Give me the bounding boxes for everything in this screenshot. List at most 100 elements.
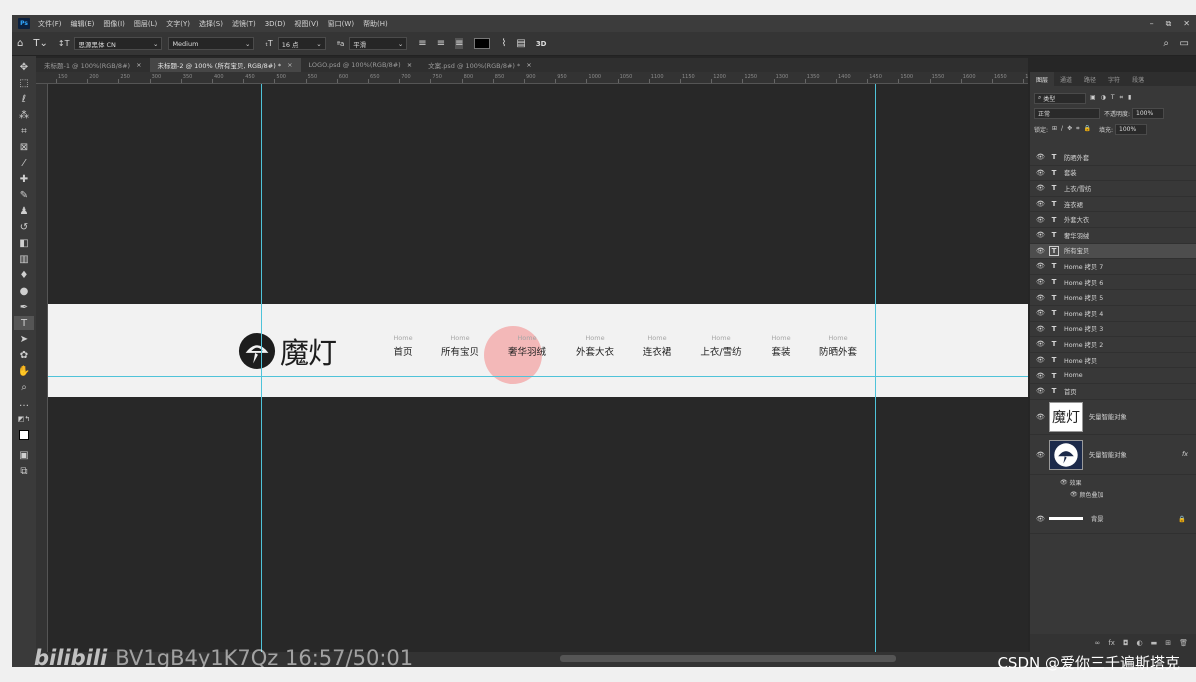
marquee-tool-icon[interactable]: ⬚ bbox=[14, 76, 34, 90]
lasso-tool-icon[interactable]: ℓ bbox=[14, 92, 34, 106]
layer-smart-object-logo-text[interactable]: 👁 魔灯 矢量智能对象 bbox=[1030, 399, 1196, 435]
hand-tool-icon[interactable]: ✋ bbox=[14, 364, 34, 378]
nav-item-sun-protection[interactable]: Home 防晒外套 bbox=[819, 334, 857, 358]
eye-icon[interactable]: 👁 bbox=[1036, 200, 1045, 208]
canvas[interactable]: 魔灯 Home 首页 Home 所有宝贝 Home 奢华羽绒 Home 外套大衣… bbox=[48, 84, 1028, 667]
eye-icon[interactable]: 👁 bbox=[1036, 169, 1045, 177]
healing-brush-tool-icon[interactable]: ✚ bbox=[14, 172, 34, 186]
eye-icon[interactable]: 👁 bbox=[1036, 153, 1045, 161]
delete-layer-icon[interactable]: 🗑 bbox=[1179, 639, 1188, 647]
menu-view[interactable]: 视图(V) bbox=[294, 19, 318, 29]
add-style-icon[interactable]: fx bbox=[1108, 639, 1115, 647]
eye-icon[interactable]: 👁 bbox=[1036, 356, 1045, 364]
menu-type[interactable]: 文字(Y) bbox=[166, 19, 190, 29]
tab-channels[interactable]: 通道 bbox=[1054, 72, 1078, 86]
type-tool-preset-icon[interactable]: T⌄ bbox=[33, 38, 48, 49]
eye-icon[interactable]: 👁 bbox=[1036, 340, 1045, 348]
eye-icon[interactable]: 👁 bbox=[1036, 184, 1045, 192]
nav-item-luxury-down[interactable]: Home 奢华羽绒 bbox=[508, 334, 546, 358]
workspace-icon[interactable]: ▭ bbox=[1180, 38, 1189, 49]
fill-input[interactable]: 100% bbox=[1115, 123, 1147, 135]
close-icon[interactable]: × bbox=[526, 61, 531, 69]
layer-row[interactable]: 👁 T 防晒外套 bbox=[1030, 150, 1196, 166]
eye-icon[interactable]: 👁 bbox=[1036, 325, 1045, 333]
layer-row[interactable]: 👁 T 连衣裙 bbox=[1030, 197, 1196, 213]
menu-help[interactable]: 帮助(H) bbox=[363, 19, 388, 29]
effects-row[interactable]: 👁 效果 bbox=[1060, 476, 1196, 488]
eye-icon[interactable]: 👁 bbox=[1036, 262, 1045, 270]
eye-icon[interactable]: 👁 bbox=[1036, 451, 1045, 459]
align-left-icon[interactable]: ≡ bbox=[418, 38, 426, 49]
menu-file[interactable]: 文件(F) bbox=[38, 19, 62, 29]
align-right-icon[interactable]: ≡ bbox=[455, 38, 464, 49]
font-family-select[interactable]: 思源黑体 CN ⌄ bbox=[74, 37, 163, 50]
font-style-select[interactable]: Medium ⌄ bbox=[168, 37, 255, 50]
layer-row[interactable]: 👁 T 套装 bbox=[1030, 166, 1196, 182]
lock-icons[interactable]: ⊞/✥⌗🔒 bbox=[1052, 125, 1095, 133]
nav-item-coats[interactable]: Home 外套大衣 bbox=[576, 334, 614, 358]
eye-icon[interactable]: 👁 bbox=[1036, 413, 1045, 421]
minimize-button[interactable]: – bbox=[1150, 19, 1154, 28]
filter-icons[interactable]: ▣◑T⌗▮ bbox=[1090, 94, 1136, 102]
layer-smart-object-logo-icon[interactable]: 👁 矢量智能对象 fx bbox=[1030, 435, 1196, 475]
menu-image[interactable]: 图像(I) bbox=[103, 19, 125, 29]
screen-mode-icon[interactable]: ⧉ bbox=[14, 464, 34, 478]
swap-colors-icon[interactable]: ◩↰ bbox=[14, 412, 34, 426]
color-overlay-row[interactable]: 👁 颜色叠加 bbox=[1070, 488, 1196, 500]
close-icon[interactable]: × bbox=[407, 61, 412, 69]
opacity-input[interactable]: 100% bbox=[1132, 107, 1165, 119]
blend-mode-select[interactable]: 正常 bbox=[1034, 107, 1100, 119]
stamp-tool-icon[interactable]: ♟ bbox=[14, 204, 34, 218]
layer-row[interactable]: 👁 T 外套大衣 bbox=[1030, 212, 1196, 228]
search-icon[interactable]: ⌕ bbox=[1163, 38, 1169, 49]
layer-row[interactable]: 👁 T Home 拷贝 7 bbox=[1030, 259, 1196, 275]
tab-logo[interactable]: LOGO.psd @ 100%(RGB/8#) × bbox=[301, 58, 421, 72]
menu-layer[interactable]: 图层(L) bbox=[134, 19, 157, 29]
nav-item-suits[interactable]: Home 套装 bbox=[771, 334, 790, 358]
close-icon[interactable]: × bbox=[136, 61, 141, 69]
close-icon[interactable]: × bbox=[287, 61, 292, 69]
menu-window[interactable]: 窗口(W) bbox=[328, 19, 354, 29]
ruler-horizontal[interactable]: 150 200 250 300 350 400 450 500 550 600 650 700 750 8… bbox=[36, 72, 1028, 84]
menu-select[interactable]: 选择(S) bbox=[199, 19, 223, 29]
layer-row[interactable]: 👁 T Home 拷贝 4 bbox=[1030, 306, 1196, 322]
nav-item-tops[interactable]: Home 上衣/雪纺 bbox=[700, 334, 741, 358]
antialias-select[interactable]: 平滑 ⌄ bbox=[349, 37, 408, 50]
magic-wand-tool-icon[interactable]: ⁂ bbox=[14, 108, 34, 122]
tab-untitled-1[interactable]: 未标题-1 @ 100%(RGB/8#) × bbox=[36, 58, 150, 72]
menu-3d[interactable]: 3D(D) bbox=[265, 20, 286, 28]
frame-tool-icon[interactable]: ⊠ bbox=[14, 140, 34, 154]
crop-tool-icon[interactable]: ⌗ bbox=[14, 124, 34, 138]
eye-icon[interactable]: 👁 bbox=[1036, 278, 1045, 286]
restore-button[interactable]: ⧉ bbox=[1166, 19, 1172, 29]
ruler-vertical[interactable] bbox=[36, 84, 48, 667]
layer-row[interactable]: 👁 T 上衣/雪纺 bbox=[1030, 181, 1196, 197]
character-panel-icon[interactable]: ▤ bbox=[516, 38, 525, 49]
tab-character[interactable]: 字符 bbox=[1102, 72, 1126, 86]
color-swatches-icon[interactable] bbox=[14, 428, 34, 442]
horizontal-scrollbar[interactable] bbox=[560, 655, 896, 662]
path-selection-tool-icon[interactable]: ➤ bbox=[14, 332, 34, 346]
menu-filter[interactable]: 滤镜(T) bbox=[232, 19, 256, 29]
nav-item-home[interactable]: Home 首页 bbox=[393, 334, 412, 358]
toggle-orientation-icon[interactable]: ↕T bbox=[58, 39, 70, 48]
tab-wenan[interactable]: 文案.psd @ 100%(RGB/8#) * × bbox=[420, 58, 540, 72]
filter-kind-select[interactable]: ⌕ 类型 bbox=[1034, 92, 1086, 104]
new-layer-icon[interactable]: ⊞ bbox=[1165, 639, 1171, 647]
adjustment-layer-icon[interactable]: ◐ bbox=[1137, 639, 1143, 647]
eye-icon[interactable]: 👁 bbox=[1036, 372, 1045, 380]
layer-row[interactable]: 👁 T Home 拷贝 3 bbox=[1030, 322, 1196, 338]
layer-row[interactable]: 👁 T 所有宝贝 bbox=[1030, 243, 1196, 260]
nav-item-all-products[interactable]: Home 所有宝贝 bbox=[441, 334, 479, 358]
blur-tool-icon[interactable]: ♦ bbox=[14, 268, 34, 282]
tab-paragraph[interactable]: 段落 bbox=[1126, 72, 1150, 86]
layer-row[interactable]: 👁 T 奢华羽绒 bbox=[1030, 228, 1196, 244]
more-tools-icon[interactable]: … bbox=[14, 396, 34, 410]
menu-edit[interactable]: 编辑(E) bbox=[71, 19, 95, 29]
eye-icon[interactable]: 👁 bbox=[1036, 231, 1045, 239]
quick-mask-icon[interactable]: ▣ bbox=[14, 448, 34, 462]
gradient-tool-icon[interactable]: ▥ bbox=[14, 252, 34, 266]
move-tool-icon[interactable]: ✥ bbox=[14, 60, 34, 74]
eye-icon[interactable]: 👁 bbox=[1036, 309, 1045, 317]
layer-row[interactable]: 👁 T Home 拷贝 bbox=[1030, 353, 1196, 369]
